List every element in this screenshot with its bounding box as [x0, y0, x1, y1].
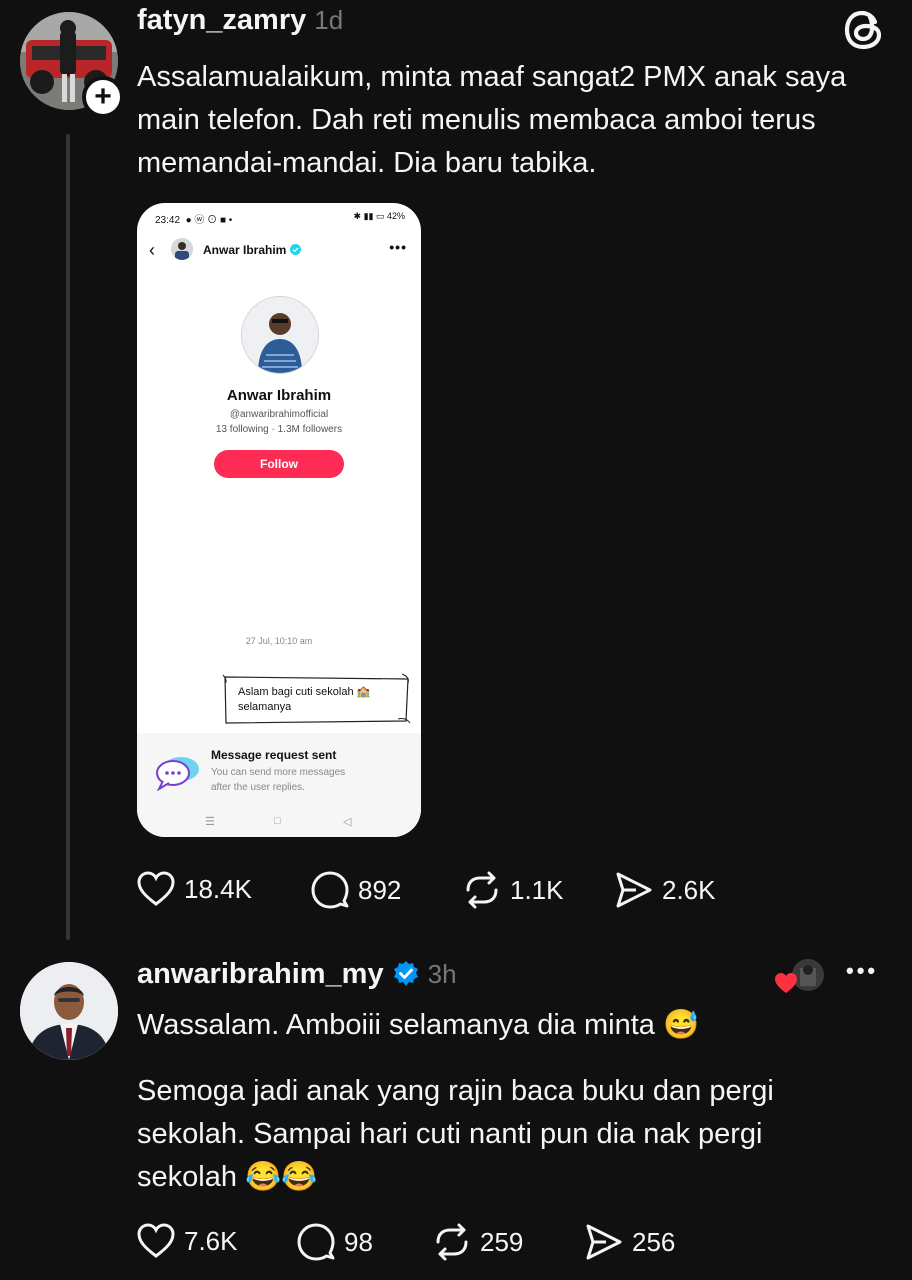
- phone-status-battery: ✱ ▮▮ ▭ 42%: [353, 211, 405, 221]
- phone-nav-menu-icon: ☰: [205, 816, 215, 828]
- post2-text-line: Semoga jadi anak yang rajin baca buku da…: [137, 1075, 774, 1107]
- phone-request-banner: Message request sent You can send more m…: [137, 733, 421, 837]
- threads-logo-icon[interactable]: [842, 8, 886, 52]
- post2-share-count: 256: [632, 1226, 676, 1257]
- message-bubble-icon: [156, 757, 199, 791]
- share-icon: [616, 872, 652, 908]
- follow-plus-button[interactable]: +: [82, 76, 124, 118]
- post2-repost-count: 259: [480, 1226, 524, 1257]
- post2-share-button[interactable]: 256: [584, 1222, 675, 1262]
- phone-follow-button: Follow: [214, 450, 344, 478]
- post1-share-button[interactable]: 2.6K: [614, 870, 716, 910]
- post2-time: 3h: [427, 958, 457, 989]
- phone-profile-stats: 13 following · 1.3M followers: [215, 424, 343, 435]
- phone-header-name: Anwar Ibrahim: [203, 243, 301, 257]
- post2-like-button[interactable]: 7.6K: [136, 1222, 238, 1260]
- comment-icon: [311, 871, 349, 909]
- phone-request-title: Message request sent: [211, 748, 337, 762]
- liked-by-author-indicator: [774, 958, 826, 994]
- more-options-icon[interactable]: •••: [846, 958, 878, 984]
- heart-icon: [775, 973, 797, 993]
- phone-message-bubble: Aslam bagi cuti sekolah 🏫 selamanya: [222, 673, 412, 725]
- repost-icon: [466, 871, 498, 909]
- post1-share-count: 2.6K: [662, 874, 716, 905]
- reply-author-avatar[interactable]: [20, 962, 118, 1060]
- plus-icon: +: [94, 80, 112, 113]
- phone-status-time: 23:42 ● ⓦ ⊙ ■ •: [155, 215, 233, 226]
- post2-like-count: 7.6K: [184, 1225, 238, 1256]
- post1-reply-button[interactable]: 892: [310, 870, 401, 910]
- more-icon: •••: [389, 239, 407, 255]
- attached-screenshot[interactable]: 23:42 ● ⓦ ⊙ ■ • ✱ ▮▮ ▭ 42% ‹ Anwar Ibrah…: [137, 203, 421, 837]
- phone-profile-handle: @anwaribrahimofficial: [229, 409, 329, 420]
- post1-like-count: 18.4K: [184, 873, 252, 904]
- post1-text-line: memandai-mandai. Dia baru tabika.: [137, 147, 597, 179]
- repost-icon: [436, 1223, 468, 1261]
- post2-text-line: sekolah. Sampai hari cuti nanti pun dia …: [137, 1118, 763, 1150]
- phone-message-date: 27 Jul, 10:10 am: [245, 636, 313, 646]
- post1-repost-button[interactable]: 1.1K: [462, 870, 564, 910]
- phone-header-avatar: [171, 238, 193, 260]
- post2-repost-button[interactable]: 259: [432, 1222, 523, 1262]
- phone-message-line: Aslam bagi cuti sekolah 🏫: [238, 686, 371, 698]
- post2-text-line: sekolah 😂😂: [137, 1161, 318, 1193]
- thread-line: [66, 134, 70, 940]
- phone-nav-back-icon: ◁: [343, 816, 352, 828]
- post1-reply-count: 892: [358, 874, 402, 905]
- share-icon: [586, 1224, 622, 1260]
- post1-text: Assalamualaikum, minta maaf sangat2 PMX …: [137, 56, 897, 185]
- heart-icon: [137, 871, 175, 906]
- post2-username[interactable]: anwaribrahim_my: [137, 958, 384, 991]
- heart-icon: [137, 1223, 175, 1258]
- post1-time: 1d: [314, 5, 344, 35]
- post2-reply-count: 98: [344, 1226, 373, 1257]
- phone-profile-avatar: [241, 296, 319, 374]
- post1-text-line: Assalamualaikum, minta maaf sangat2 PMX …: [137, 61, 847, 93]
- post2-reply-button[interactable]: 98: [296, 1222, 373, 1262]
- verified-icon: [393, 961, 418, 986]
- post2-paragraph: Semoga jadi anak yang rajin baca buku da…: [137, 1070, 897, 1199]
- phone-request-subtitle: You can send more messages after the use…: [211, 767, 346, 793]
- post1-text-line: main telefon. Dah reti menulis membaca a…: [137, 104, 816, 136]
- post2-line1: Wassalam. Amboiii selamanya dia minta 😅: [137, 1009, 700, 1041]
- back-icon: ‹: [149, 240, 155, 260]
- post1-repost-count: 1.1K: [510, 874, 564, 905]
- phone-profile-name: Anwar Ibrahim: [226, 387, 332, 404]
- comment-icon: [297, 1223, 335, 1261]
- verified-icon: [289, 244, 301, 255]
- post1-username[interactable]: fatyn_zamry: [137, 4, 306, 37]
- phone-message-line: selamanya: [238, 701, 292, 713]
- post1-like-button[interactable]: 18.4K: [136, 870, 252, 908]
- phone-nav-home-icon: □: [274, 815, 281, 827]
